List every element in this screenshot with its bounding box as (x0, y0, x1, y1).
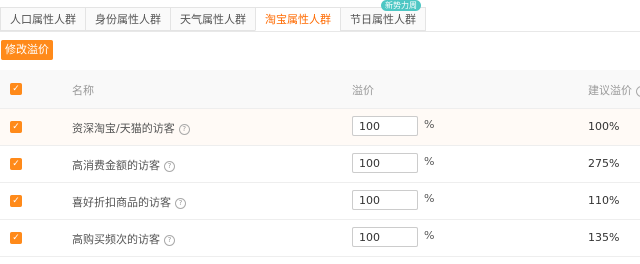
premium-input[interactable] (352, 227, 418, 247)
modify-premium-button[interactable]: 修改溢价 (1, 40, 53, 60)
header-suggest-label: 建议溢价 (588, 84, 632, 97)
suggested-premium: 135% (588, 231, 620, 244)
question-circle-icon[interactable]: ? (178, 124, 190, 135)
percent-unit: % (424, 118, 435, 131)
question-circle-icon[interactable]: ? (636, 86, 640, 97)
tab-holiday-label: 节日属性人群 (350, 13, 416, 26)
tab-population[interactable]: 人口属性人群 (0, 7, 86, 31)
premium-input[interactable] (352, 153, 418, 173)
question-circle-icon[interactable]: ? (164, 235, 175, 246)
premium-input[interactable] (352, 116, 418, 136)
percent-unit: % (424, 192, 435, 205)
table-row: ✓ 喜好折扣商品的访客? % 110% (0, 183, 640, 220)
audience-table: ✓ 名称 溢价 建议溢价? ✓ 资深淘宝/天猫的访客? % 100% ✓ 高消费… (0, 70, 640, 257)
tab-identity[interactable]: 身份属性人群 (85, 7, 171, 31)
tab-taobao[interactable]: 淘宝属性人群 (255, 7, 341, 31)
percent-unit: % (424, 229, 435, 242)
suggested-premium: 100% (588, 120, 620, 133)
row-name: 高消费金额的访客? (72, 157, 175, 173)
suggested-premium: 110% (588, 194, 620, 207)
table-row: ✓ 高消费金额的访客? % 275% (0, 146, 640, 183)
table-row: ✓ 高购买频次的访客? % 135% (0, 220, 640, 257)
premium-input[interactable] (352, 190, 418, 210)
tabs-divider (0, 31, 640, 32)
row-checkbox[interactable]: ✓ (10, 121, 22, 133)
new-badge: 新势力周 (381, 0, 421, 11)
row-name-label: 高购买频次的访客 (72, 233, 160, 246)
row-checkbox[interactable]: ✓ (10, 158, 22, 170)
select-all-checkbox[interactable]: ✓ (10, 83, 22, 95)
header-price: 溢价 (352, 84, 374, 97)
row-checkbox[interactable]: ✓ (10, 195, 22, 207)
question-circle-icon[interactable]: ? (175, 198, 186, 209)
percent-unit: % (424, 155, 435, 168)
row-name-label: 资深淘宝/天猫的访客 (72, 122, 175, 135)
tab-holiday[interactable]: 节日属性人群 新势力周 (340, 0, 426, 31)
tab-bar: 人口属性人群 身份属性人群 天气属性人群 淘宝属性人群 节日属性人群 新势力周 (0, 0, 426, 33)
row-name: 资深淘宝/天猫的访客? (72, 120, 190, 136)
tab-weather[interactable]: 天气属性人群 (170, 7, 256, 31)
table-header: ✓ 名称 溢价 建议溢价? (0, 70, 640, 109)
row-name-label: 高消费金额的访客 (72, 159, 160, 172)
header-name: 名称 (72, 84, 94, 97)
row-checkbox[interactable]: ✓ (10, 232, 22, 244)
row-name-label: 喜好折扣商品的访客 (72, 196, 171, 209)
header-suggest: 建议溢价? (588, 82, 640, 98)
question-circle-icon[interactable]: ? (164, 161, 175, 172)
row-name: 高购买频次的访客? (72, 231, 175, 247)
table-row: ✓ 资深淘宝/天猫的访客? % 100% (0, 109, 640, 146)
row-name: 喜好折扣商品的访客? (72, 194, 186, 210)
suggested-premium: 275% (588, 157, 620, 170)
